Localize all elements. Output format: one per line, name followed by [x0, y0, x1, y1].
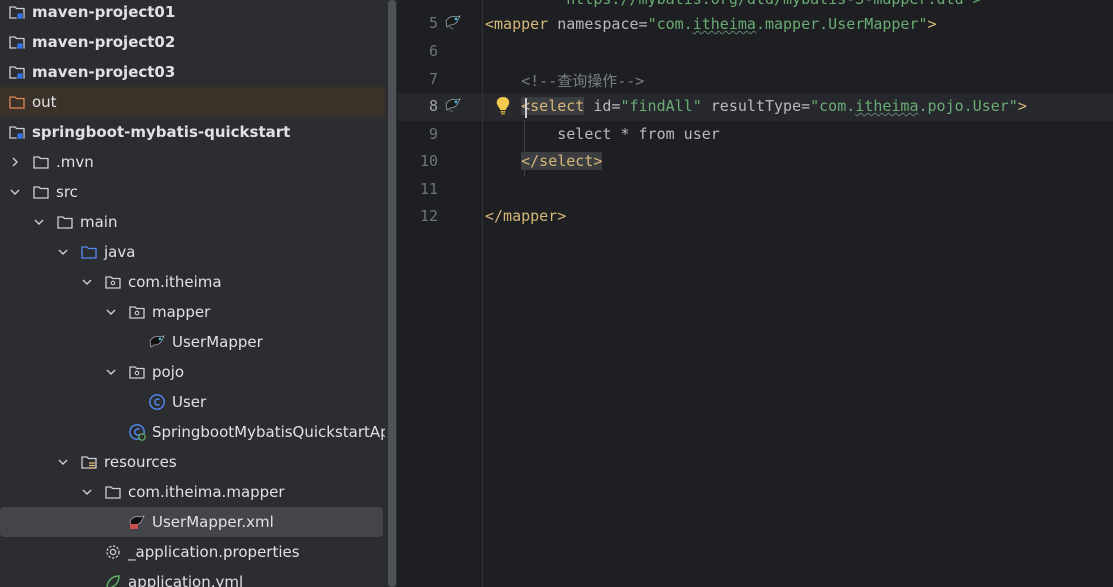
tree-item-mapper[interactable]: mapper [0, 297, 385, 327]
chevron-down-icon[interactable] [56, 247, 70, 257]
chevron-down-icon[interactable] [8, 187, 22, 197]
tree-item-springbootmybatisquickstartapp[interactable]: SpringbootMybatisQuickstartApp [0, 417, 385, 447]
chevron-down-icon[interactable] [32, 217, 46, 227]
mybatis-navigate-icon[interactable] [444, 13, 462, 31]
tree-scrollbar-thumb[interactable] [388, 0, 396, 587]
tree-item-label: src [56, 183, 78, 201]
text-caret [525, 98, 527, 118]
package-icon [128, 363, 146, 381]
tree-item-label: _application.properties [128, 543, 300, 561]
line-number: 7 [428, 70, 438, 88]
resources-folder-icon [80, 453, 98, 471]
tree-item-label: application.yml [128, 573, 244, 587]
class-icon [148, 393, 166, 411]
line-number: 6 [428, 42, 438, 60]
line-number: 5 [428, 14, 438, 32]
tree-item-label: pojo [152, 363, 185, 381]
code-line-5: <mapper namespace="com.itheima.mapper.Us… [485, 15, 937, 33]
module-folder-icon [8, 33, 26, 51]
chevron-down-icon[interactable] [104, 307, 118, 317]
gear-icon [104, 543, 122, 561]
folder-icon [32, 183, 50, 201]
tree-item-label: User [172, 393, 207, 411]
tree-item-label: resources [104, 453, 177, 471]
tree-item-user[interactable]: User [0, 387, 385, 417]
chevron-down-icon[interactable] [104, 367, 118, 377]
chevron-down-icon[interactable] [80, 277, 94, 287]
spring-class-icon [128, 423, 146, 441]
code-line-10: </select> [521, 152, 603, 170]
tree-item-label: main [80, 213, 118, 231]
tree-item-label: out [32, 93, 57, 111]
chevron-right-icon[interactable] [8, 157, 22, 167]
tree-item-src[interactable]: src [0, 177, 385, 207]
tree-item-usermapper-xml[interactable]: UserMapper.xml [0, 507, 383, 537]
folder-icon [104, 483, 122, 501]
chevron-down-icon[interactable] [80, 487, 94, 497]
line-number: 9 [428, 125, 438, 143]
module-folder-icon [8, 3, 26, 21]
tree-item-label: maven-project01 [32, 3, 176, 21]
module-folder-icon [8, 123, 26, 141]
module-folder-icon [8, 63, 26, 81]
project-tree: maven-project01 maven-project02 maven-proj… [0, 0, 385, 587]
tree-item-label: mapper [152, 303, 211, 321]
tree-item-label: com.itheima.mapper [128, 483, 285, 501]
code-line-9: select * from user [557, 125, 720, 143]
source-folder-icon [80, 243, 98, 261]
spring-config-icon [104, 573, 122, 587]
tree-item-out[interactable]: out [0, 87, 385, 117]
tree-item-application-properties[interactable]: _application.properties [0, 537, 385, 567]
folder-icon [56, 213, 74, 231]
code-line-8: <select id="findAll" resultType="com.ith… [521, 97, 1027, 115]
tree-item-main[interactable]: main [0, 207, 385, 237]
chevron-down-icon[interactable] [56, 457, 70, 467]
tree-item-label: UserMapper.xml [152, 513, 274, 531]
excluded-folder-icon [8, 93, 26, 111]
tree-item-label: springboot-mybatis-quickstart [32, 123, 291, 141]
mybatis-navigate-icon[interactable] [444, 96, 462, 114]
tree-item-label: maven-project02 [32, 33, 176, 51]
tree-item-maven-project01[interactable]: maven-project01 [0, 0, 385, 27]
tree-item-maven-project02[interactable]: maven-project02 [0, 27, 385, 57]
line-number: 10 [419, 152, 438, 170]
tree-item-label: java [104, 243, 136, 261]
code-line-12: </mapper> [485, 207, 567, 225]
tree-item-com-itheima-mapper[interactable]: com.itheima.mapper [0, 477, 385, 507]
tree-item-label: maven-project03 [32, 63, 176, 81]
line-number: 12 [419, 207, 438, 225]
tree-item-resources[interactable]: resources [0, 447, 385, 477]
folder-icon [32, 153, 50, 171]
tree-item-java[interactable]: java [0, 237, 385, 267]
code-line-4-partial: "https://mybatis.org/dtd/mybatis-3-mappe… [485, 0, 981, 8]
tree-item-mvn[interactable]: .mvn [0, 147, 385, 177]
mybatis-interface-icon [148, 333, 166, 351]
tree-item-maven-project03[interactable]: maven-project03 [0, 57, 385, 87]
mybatis-xml-icon [128, 513, 146, 531]
tree-item-usermapper[interactable]: UserMapper [0, 327, 385, 357]
gutter-separator [482, 0, 483, 587]
line-number: 11 [419, 180, 438, 198]
tree-item-com-itheima[interactable]: com.itheima [0, 267, 385, 297]
tree-item-pojo[interactable]: pojo [0, 357, 385, 387]
tree-item-label: UserMapper [172, 333, 263, 351]
tree-item-label: com.itheima [128, 273, 222, 291]
tree-item-label: SpringbootMybatisQuickstartApp [152, 423, 385, 441]
tree-item-application-yml[interactable]: application.yml [0, 567, 385, 587]
package-icon [128, 303, 146, 321]
package-icon [104, 273, 122, 291]
tree-item-springboot-mybatis-quickstart[interactable]: springboot-mybatis-quickstart [0, 117, 385, 147]
line-number: 8 [428, 97, 438, 115]
tree-item-label: .mvn [56, 153, 94, 171]
code-line-7: <!--查询操作--> [521, 72, 645, 90]
